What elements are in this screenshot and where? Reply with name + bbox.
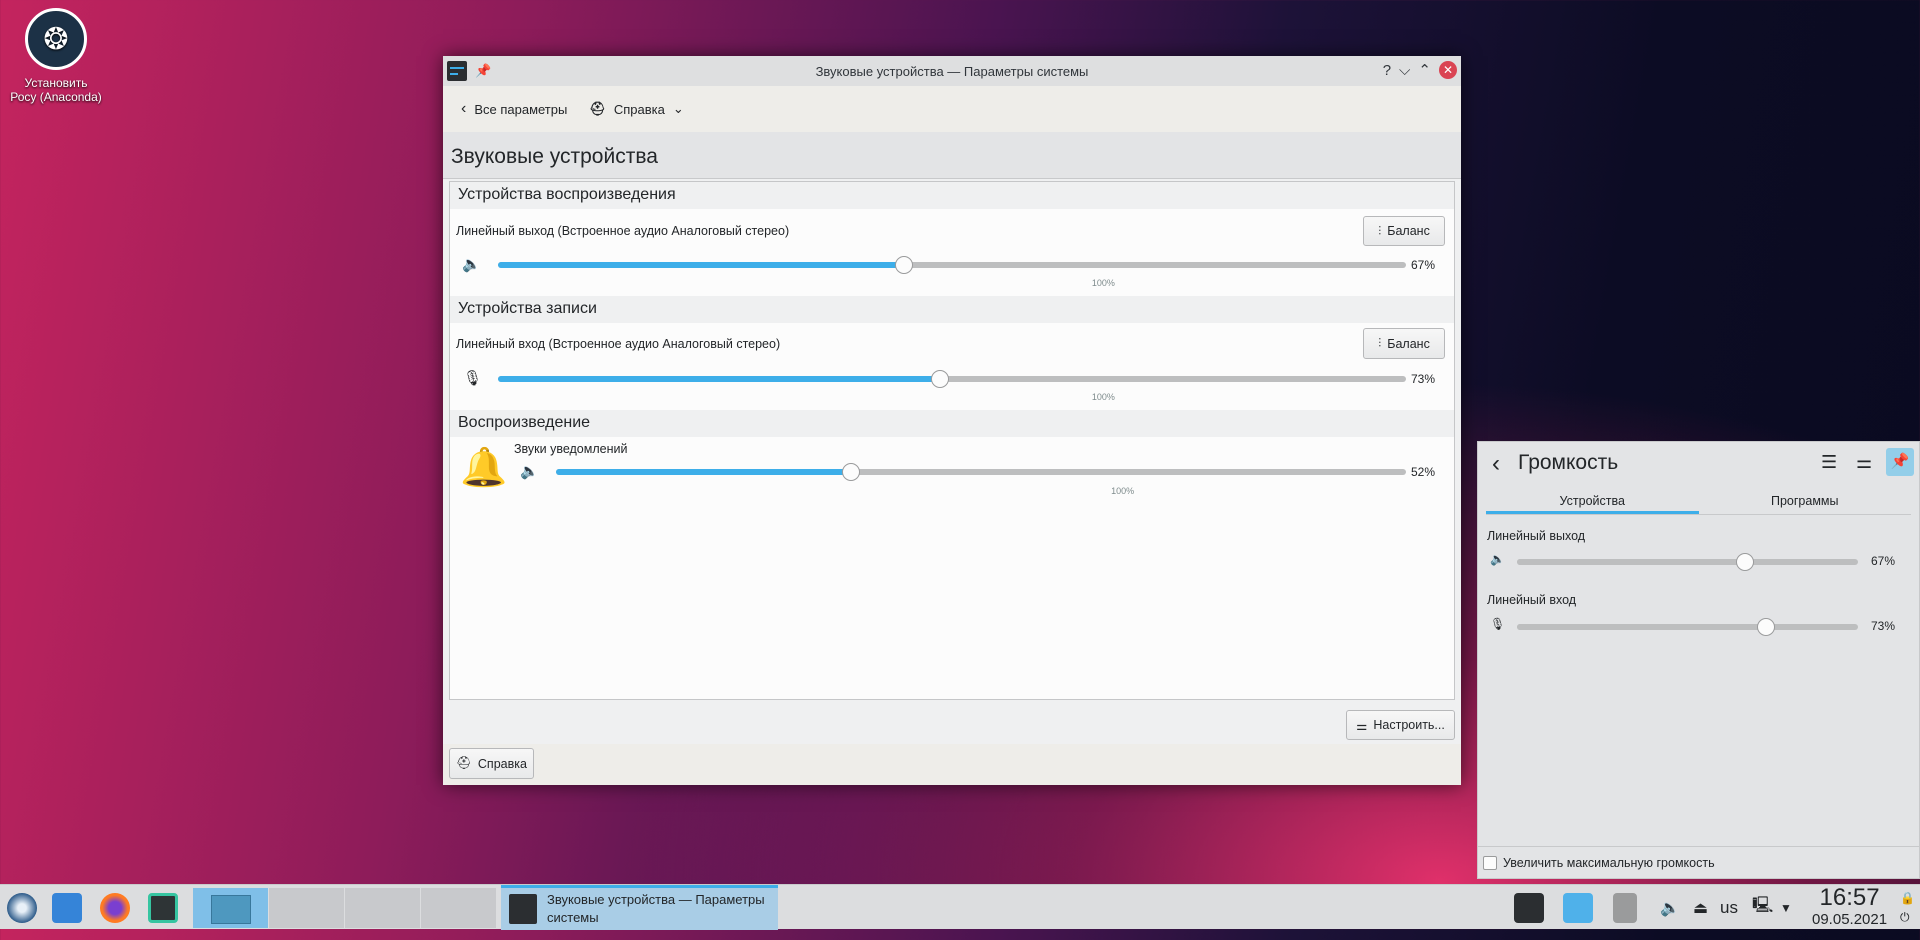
slider-handle[interactable] [1756,618,1775,636]
lifebuoy-icon: ⛑ [589,101,606,116]
volume-slider[interactable] [498,256,1406,274]
volume-percent: 73% [1411,372,1436,386]
settings-app-icon [509,894,537,924]
settings-window: 📌 Звуковые устройства — Параметры систем… [443,56,1461,785]
equalizer-icon: ⫶ [1378,336,1382,350]
minimize-icon[interactable]: ⌵ [1399,62,1410,79]
equalizer-icon: ⫶ [1378,223,1382,238]
app-launcher-icon[interactable] [7,893,37,923]
desktop-pager-4[interactable] [421,888,496,928]
task-settings-window[interactable]: Звуковые устройства — Параметры системы [501,885,778,930]
trash-icon[interactable] [1613,893,1637,923]
slider-100-mark: 100% [1091,392,1115,402]
power-icon[interactable]: ⏻ [1900,895,1910,940]
bell-icon: 🔔 [460,447,508,489]
help-menu-button[interactable]: ⛑ Справка ⌄ [589,101,683,117]
volume-percent: 52% [1411,465,1436,479]
audio-settings-tray-icon[interactable] [1514,893,1544,923]
volume-percent: 67% [1411,258,1436,272]
section-capture: Устройства записи [450,296,1454,323]
network-icon[interactable]: 🖳 [1752,885,1773,930]
volume-percent: 67% [1871,554,1896,568]
volume-slider[interactable] [556,463,1406,481]
device-name: Линейный выход (Встроенное аудио Аналого… [456,224,790,238]
speaker-icon: 🔈 [462,256,481,273]
desktop-icon-installer[interactable]: ❂ Установить Росу (Anaconda) [10,8,102,104]
desktop-pager-1[interactable] [193,888,268,928]
volume-slider[interactable] [498,370,1406,388]
help-icon[interactable]: ? [1383,62,1391,79]
pin-icon[interactable]: 📌 [1886,448,1914,476]
speaker-icon: 🔈 [1490,552,1505,566]
chevron-left-icon: ‹ [461,100,467,117]
checkbox[interactable] [1483,856,1497,870]
page-title: Звуковые устройства [443,132,1461,179]
slider-100-mark: 100% [1111,486,1135,496]
sliders-icon[interactable]: ⚌ [1856,452,1872,473]
tray-expand-icon[interactable]: ▼ [1780,885,1792,930]
slider-handle[interactable] [1736,553,1755,571]
volume-slider[interactable] [1517,553,1858,571]
chevron-down-icon: ⌄ [672,101,684,116]
configure-button[interactable]: ⚌ Настроить... [1346,710,1455,740]
folder-tray-icon[interactable] [1563,893,1593,923]
maximize-icon[interactable]: ⌃ [1418,61,1431,79]
tab-applications[interactable]: Программы [1699,488,1912,514]
volume-slider[interactable] [1517,618,1858,636]
section-streams: Воспроизведение [450,410,1454,437]
section-playback: Устройства воспроизведения [450,182,1454,209]
close-icon[interactable]: ✕ [1439,61,1457,79]
file-manager-icon[interactable] [52,893,82,923]
menu-icon[interactable]: ☰ [1821,452,1837,473]
device-name: Линейный выход [1487,529,1586,543]
title-bar[interactable]: 📌 Звуковые устройства — Параметры систем… [443,56,1461,86]
tab-devices[interactable]: Устройства [1486,488,1699,514]
sliders-icon: ⚌ [1356,718,1368,733]
balance-button[interactable]: ⫶ Баланс [1363,216,1445,246]
clock[interactable]: 16:57 09.05.2021 [1812,886,1887,928]
volume-percent: 73% [1871,619,1896,633]
microphone-icon: 🎙 [463,370,483,387]
desktop-pager-3[interactable] [345,888,420,928]
slider-handle[interactable] [841,463,860,481]
device-name: Линейный вход [1487,593,1577,607]
help-button[interactable]: ⛑ Справка [449,748,534,779]
window-title: Звуковые устройства — Параметры системы [815,63,1089,79]
back-button[interactable]: ‹ Все параметры [461,100,567,118]
microphone-icon: 🎙 [1490,617,1506,631]
raise-max-volume-checkbox[interactable]: Увеличить максимальную громкость [1483,856,1715,870]
slider-handle[interactable] [894,256,913,274]
stream-name: Звуки уведомлений [514,442,628,456]
lifebuoy-icon: ⛑ [456,756,472,770]
volume-tray-icon[interactable]: 🔈 [1660,885,1680,930]
speaker-icon: 🔈 [520,463,539,480]
volume-plasmoid: ‹ Громкость ☰ ⚌ 📌 Устройства Программы Л… [1477,441,1920,879]
slider-100-mark: 100% [1091,278,1115,288]
taskbar: Звуковые устройства — Параметры системы … [0,884,1920,930]
media-player-icon[interactable] [148,893,178,923]
desktop-pager-2[interactable] [269,888,344,928]
slider-handle[interactable] [930,370,949,388]
devices-panel: Устройства воспроизведения Линейный выхо… [449,181,1455,700]
keyboard-layout[interactable]: us [1720,885,1738,930]
plasmoid-title: Громкость [1518,451,1619,474]
back-chevron-icon[interactable]: ‹ [1492,450,1500,478]
device-name: Линейный вход (Встроенное аудио Аналогов… [456,337,781,351]
firefox-icon[interactable] [100,893,130,923]
rosa-logo-icon: ❂ [25,8,87,70]
usb-icon[interactable]: ⏏ [1693,885,1708,930]
balance-button[interactable]: ⫶ Баланс [1363,328,1445,359]
